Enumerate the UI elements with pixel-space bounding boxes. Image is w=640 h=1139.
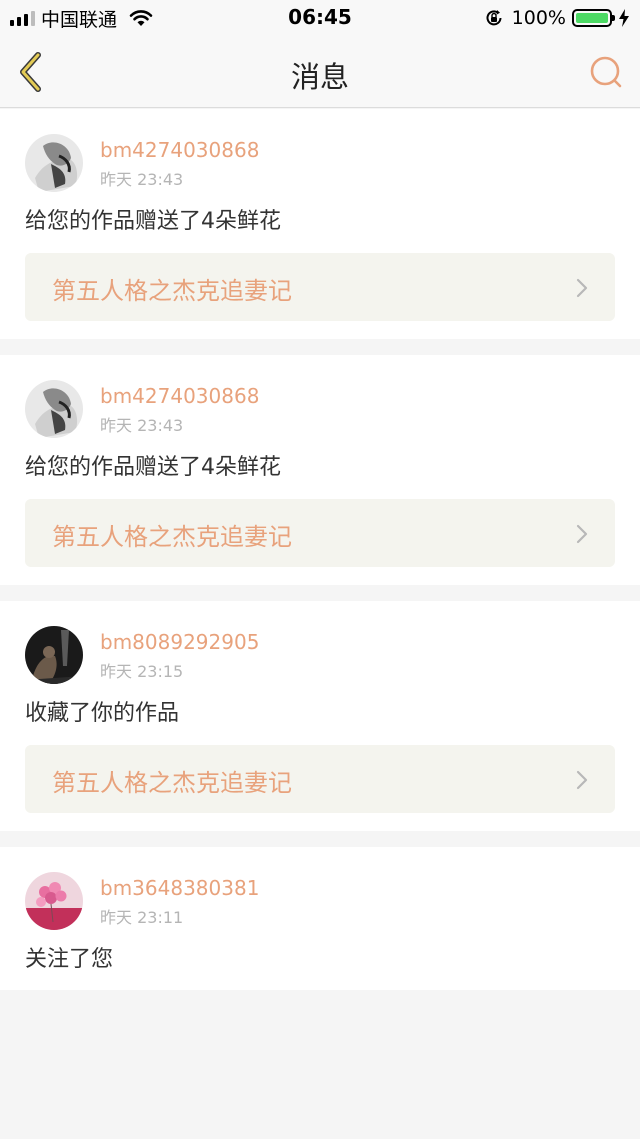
message-header: bm4274030868 昨天 23:43: [25, 380, 615, 438]
timestamp: 昨天 23:15: [100, 662, 184, 681]
search-icon[interactable]: [586, 52, 626, 92]
charging-icon: [619, 9, 629, 27]
battery-percent: 100%: [511, 7, 566, 29]
battery-icon: [572, 9, 615, 27]
message-card: bm4274030868 昨天 23:43 给您的作品赠送了4朵鲜花 第五人格之…: [0, 355, 640, 585]
message-card: bm8089292905 昨天 23:15 收藏了你的作品 第五人格之杰克追妻记: [0, 601, 640, 831]
timestamp: 昨天 23:43: [100, 416, 184, 435]
message-card: bm3648380381 昨天 23:11 关注了您: [0, 847, 640, 990]
work-link[interactable]: 第五人格之杰克追妻记: [25, 499, 615, 567]
work-link[interactable]: 第五人格之杰克追妻记: [25, 745, 615, 813]
timestamp: 昨天 23:11: [100, 908, 184, 927]
chevron-right-icon: [576, 770, 588, 790]
message-text: 给您的作品赠送了4朵鲜花: [25, 209, 281, 234]
rotation-lock-icon: [486, 10, 502, 26]
message-header: bm4274030868 昨天 23:43: [25, 134, 615, 192]
username-link[interactable]: bm3648380381: [100, 876, 259, 900]
chevron-right-icon: [576, 524, 588, 544]
message-list: bm4274030868 昨天 23:43 给您的作品赠送了4朵鲜花 第五人格之…: [0, 109, 640, 1006]
page-title: 消息: [290, 60, 349, 94]
username-link[interactable]: bm4274030868: [100, 384, 259, 408]
username-link[interactable]: bm4274030868: [100, 138, 259, 162]
work-link[interactable]: 第五人格之杰克追妻记: [25, 253, 615, 321]
message-header: bm3648380381 昨天 23:11: [25, 872, 615, 930]
message-text: 关注了您: [25, 947, 114, 972]
chevron-right-icon: [576, 278, 588, 298]
status-bar: 中国联通 06:45 100%: [0, 0, 640, 36]
message-card: bm4274030868 昨天 23:43 给您的作品赠送了4朵鲜花 第五人格之…: [0, 109, 640, 339]
username-link[interactable]: bm8089292905: [100, 630, 259, 654]
avatar[interactable]: [25, 134, 83, 192]
work-title: 第五人格之杰克追妻记: [52, 769, 292, 797]
timestamp: 昨天 23:43: [100, 170, 184, 189]
message-text: 收藏了你的作品: [25, 701, 180, 726]
status-right: 100%: [484, 6, 630, 30]
message-text: 给您的作品赠送了4朵鲜花: [25, 455, 281, 480]
avatar[interactable]: [25, 626, 83, 684]
work-title: 第五人格之杰克追妻记: [52, 277, 292, 305]
work-title: 第五人格之杰克追妻记: [52, 523, 292, 551]
avatar[interactable]: [25, 872, 83, 930]
avatar[interactable]: [25, 380, 83, 438]
nav-bar: 消息: [0, 36, 640, 108]
message-header: bm8089292905 昨天 23:15: [25, 626, 615, 684]
